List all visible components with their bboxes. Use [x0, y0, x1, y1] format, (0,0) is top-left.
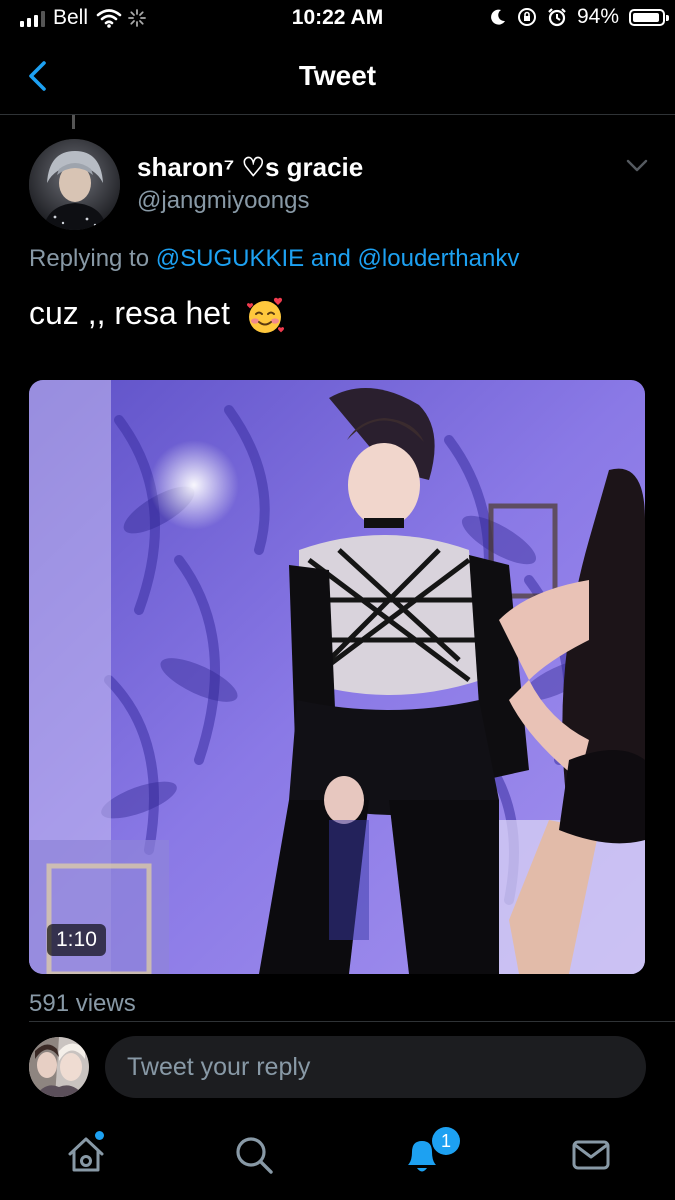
status-bar: Bell 10:22 AM 94%	[0, 0, 675, 40]
tab-bar	[0, 1112, 675, 1200]
status-right: 94%	[489, 5, 669, 29]
rotation-lock-icon	[517, 8, 536, 26]
smiling-face-with-hearts-icon	[246, 297, 284, 333]
video-thumbnail	[29, 380, 645, 974]
search-icon[interactable]	[231, 1132, 277, 1178]
nav-bar: Tweet	[0, 40, 675, 115]
thread-connector	[72, 115, 75, 129]
video-duration: 1:10	[47, 924, 106, 956]
tweet-body: cuz ,, resa het	[29, 295, 230, 331]
chevron-down-icon[interactable]	[625, 158, 649, 174]
page-title: Tweet	[298, 60, 377, 91]
battery-icon	[629, 8, 669, 26]
view-count[interactable]: 591 views	[29, 990, 136, 1018]
video-player[interactable]: 1:10	[29, 380, 645, 974]
replying-and: and	[310, 245, 351, 272]
divider	[29, 1021, 675, 1022]
user-handle[interactable]: @jangmiyoongs	[137, 187, 309, 215]
mention-link-1[interactable]: @SUGUKKIE	[156, 245, 304, 272]
tweet-text: cuz ,, resa het	[29, 295, 285, 336]
moon-icon	[491, 9, 505, 25]
replying-prefix: Replying to	[29, 245, 150, 272]
mention-link-2[interactable]: @louderthankv	[358, 245, 520, 272]
home-notification-dot	[95, 1131, 104, 1140]
battery-percent: 94%	[576, 5, 619, 28]
reply-input[interactable]	[105, 1036, 646, 1098]
user-avatar[interactable]	[29, 1037, 89, 1097]
avatar[interactable]	[29, 139, 120, 230]
alarm-icon	[548, 8, 566, 27]
display-name[interactable]: sharon⁷ ♡s gracie	[137, 152, 363, 183]
mail-icon[interactable]	[568, 1132, 614, 1178]
notification-badge: 1	[432, 1127, 460, 1155]
replying-to: Replying to @SUGUKKIE and @louderthankv	[29, 245, 519, 273]
